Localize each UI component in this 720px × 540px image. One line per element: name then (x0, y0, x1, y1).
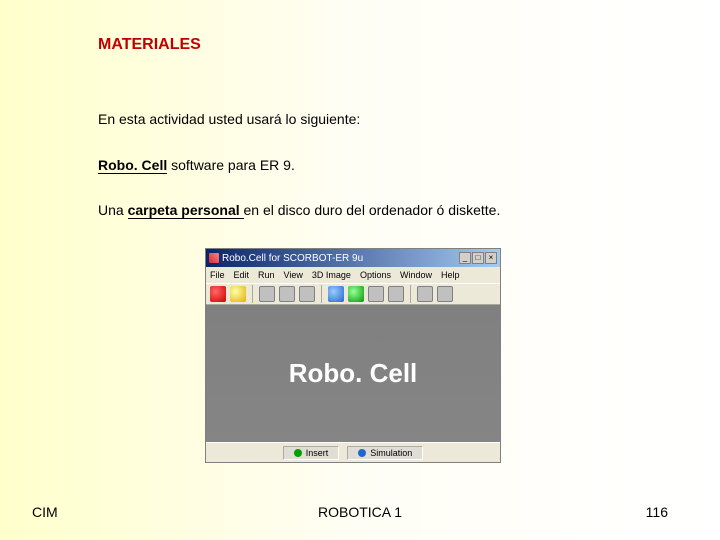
stop-icon[interactable] (210, 286, 226, 302)
tool-button-3[interactable] (299, 286, 315, 302)
menu-3d[interactable]: 3D Image (312, 270, 351, 280)
menubar: File Edit Run View 3D Image Options Wind… (206, 267, 500, 283)
app-icon (209, 253, 219, 263)
toolbar (206, 283, 500, 305)
menu-help[interactable]: Help (441, 270, 460, 280)
window-title: Robo.Cell for SCORBOT-ER 9u (222, 253, 363, 264)
canvas-area: Robo. Cell (206, 305, 500, 442)
menu-window[interactable]: Window (400, 270, 432, 280)
menu-edit[interactable]: Edit (234, 270, 250, 280)
robocell-name: Robo. Cell (98, 157, 167, 174)
statusbar: Insert Simulation (206, 442, 500, 462)
pause-icon[interactable] (230, 286, 246, 302)
personal-folder: carpeta personal (128, 202, 244, 219)
intro-text: En esta actividad usted usará lo siguien… (98, 111, 360, 127)
tool-button-9[interactable] (437, 286, 453, 302)
tool-button-2[interactable] (279, 286, 295, 302)
footer-center: ROBOTICA 1 (318, 504, 402, 520)
footer-left: CIM (32, 504, 58, 520)
status-insert-label: Insert (306, 448, 329, 458)
menu-view[interactable]: View (284, 270, 303, 280)
robocell-desc: software para ER 9. (167, 157, 295, 173)
maximize-button[interactable]: □ (472, 252, 484, 264)
line3-pre: Una (98, 202, 128, 218)
tool-button-8[interactable] (417, 286, 433, 302)
menu-options[interactable]: Options (360, 270, 391, 280)
tool-button-4[interactable] (328, 286, 344, 302)
menu-run[interactable]: Run (258, 270, 275, 280)
tool-button-7[interactable] (388, 286, 404, 302)
separator (410, 285, 411, 303)
materials-line-2: Una carpeta personal en el disco duro de… (98, 202, 500, 218)
separator (321, 285, 322, 303)
splash-logo: Robo. Cell (289, 358, 418, 389)
status-simulation: Simulation (347, 446, 423, 460)
separator (252, 285, 253, 303)
tool-button-5[interactable] (348, 286, 364, 302)
tool-button-1[interactable] (259, 286, 275, 302)
slide-heading: MATERIALES (98, 36, 201, 54)
window-controls: _ □ × (459, 252, 497, 264)
minimize-button[interactable]: _ (459, 252, 471, 264)
materials-line-1: Robo. Cell software para ER 9. (98, 157, 295, 173)
green-dot-icon (294, 449, 302, 457)
titlebar: Robo.Cell for SCORBOT-ER 9u _ □ × (206, 249, 500, 267)
close-button[interactable]: × (485, 252, 497, 264)
menu-file[interactable]: File (210, 270, 225, 280)
slide-footer: CIM ROBOTICA 1 116 (0, 504, 720, 520)
blue-dot-icon (358, 449, 366, 457)
status-sim-label: Simulation (370, 448, 412, 458)
tool-button-6[interactable] (368, 286, 384, 302)
footer-right: 116 (646, 504, 668, 520)
line3-rest: en el disco duro del ordenador ó diskett… (244, 202, 501, 218)
app-window: Robo.Cell for SCORBOT-ER 9u _ □ × File E… (205, 248, 501, 463)
status-insert: Insert (283, 446, 340, 460)
